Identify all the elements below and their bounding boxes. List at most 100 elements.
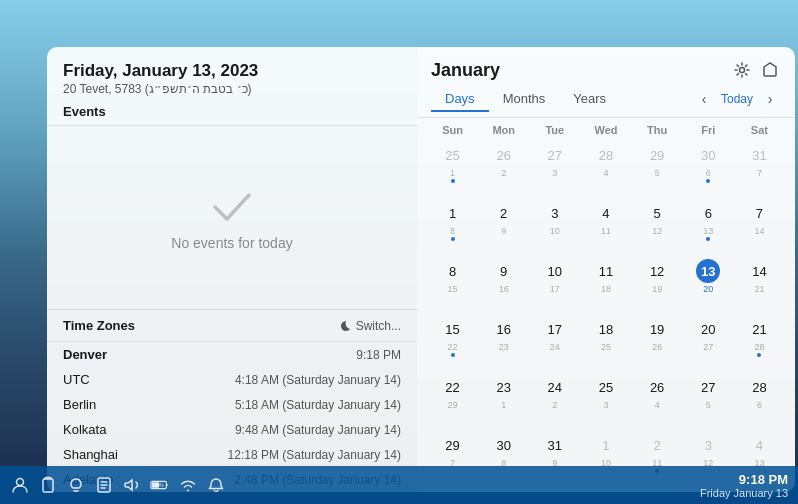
day-cell[interactable]: 27 3 <box>529 140 580 198</box>
week-row: 25 1 26 2 27 3 28 4 29 5 30 6 31 7 <box>427 140 785 198</box>
day-cell[interactable]: 21 28 <box>734 314 785 372</box>
day-small: 5 <box>706 400 711 410</box>
tz-city: UTC <box>63 372 90 387</box>
week-row: 1 8 2 9 3 10 4 11 5 12 6 13 7 14 <box>427 198 785 256</box>
day-cell[interactable]: 29 5 <box>632 140 683 198</box>
event-dot <box>706 179 710 183</box>
day-cell[interactable]: 2 9 <box>478 198 529 256</box>
day-cell[interactable]: 25 1 <box>427 140 478 198</box>
day-small: 14 <box>754 226 764 236</box>
battery-icon[interactable]: 49% <box>150 475 170 495</box>
prev-month-btn[interactable]: ‹ <box>693 88 715 110</box>
day-small: 13 <box>703 226 713 236</box>
day-small: 2 <box>501 168 506 178</box>
day-cell[interactable]: 1 8 <box>427 198 478 256</box>
day-number: 10 <box>543 259 567 283</box>
day-number: 31 <box>747 143 771 167</box>
cal-settings-icon[interactable] <box>731 59 753 81</box>
day-small: 4 <box>603 168 608 178</box>
day-cell[interactable]: 23 1 <box>478 372 529 430</box>
week-row: 22 29 23 1 24 2 25 3 26 4 27 5 28 6 <box>427 372 785 430</box>
day-cell[interactable]: 11 18 <box>580 256 631 314</box>
day-cell[interactable]: 22 29 <box>427 372 478 430</box>
day-small: 3 <box>603 400 608 410</box>
day-cell[interactable]: 16 23 <box>478 314 529 372</box>
wifi-icon[interactable] <box>178 475 198 495</box>
day-cell[interactable]: 28 6 <box>734 372 785 430</box>
tab-months[interactable]: Months <box>489 87 560 112</box>
day-number: 20 <box>696 317 720 341</box>
person-icon[interactable] <box>10 475 30 495</box>
day-small: 3 <box>552 168 557 178</box>
day-number: 18 <box>594 317 618 341</box>
day-cell[interactable]: 20 27 <box>683 314 734 372</box>
dow-header: Fri <box>683 122 734 138</box>
timezone-row: Berlin 5:18 AM (Saturday January 14) <box>47 392 417 417</box>
day-cell[interactable]: 13 20 <box>683 256 734 314</box>
clipboard-icon[interactable] <box>38 475 58 495</box>
day-number: 4 <box>594 201 618 225</box>
day-cell[interactable]: 26 4 <box>632 372 683 430</box>
day-small: 27 <box>703 342 713 352</box>
day-cell[interactable]: 25 3 <box>580 372 631 430</box>
day-cell[interactable]: 15 22 <box>427 314 478 372</box>
speaker-icon[interactable] <box>122 475 142 495</box>
day-number: 5 <box>645 201 669 225</box>
day-cell[interactable]: 5 12 <box>632 198 683 256</box>
left-panel: Friday, January 13, 2023 20 Tevet, 5783 … <box>47 47 417 492</box>
day-number: 1 <box>441 201 465 225</box>
timezone-row: UTC 4:18 AM (Saturday January 14) <box>47 367 417 392</box>
day-cell[interactable]: 18 25 <box>580 314 631 372</box>
day-small: 1 <box>450 168 455 178</box>
dow-header: Tue <box>529 122 580 138</box>
timezone-switch-btn[interactable]: Switch... <box>338 319 401 333</box>
day-cell[interactable]: 24 2 <box>529 372 580 430</box>
dow-header: Sat <box>734 122 785 138</box>
day-cell[interactable]: 12 19 <box>632 256 683 314</box>
tab-years[interactable]: Years <box>559 87 620 112</box>
date-main: Friday, January 13, 2023 <box>63 61 401 81</box>
day-cell[interactable]: 10 17 <box>529 256 580 314</box>
day-number: 9 <box>492 259 516 283</box>
day-cell[interactable]: 14 21 <box>734 256 785 314</box>
lightbulb-icon[interactable] <box>66 475 86 495</box>
tz-city: Denver <box>63 347 107 362</box>
dow-header: Wed <box>580 122 631 138</box>
today-btn[interactable]: Today <box>717 92 757 106</box>
day-cell[interactable]: 28 4 <box>580 140 631 198</box>
checkmark-icon <box>207 185 257 225</box>
day-cell[interactable]: 4 11 <box>580 198 631 256</box>
day-number: 14 <box>747 259 771 283</box>
day-number: 16 <box>492 317 516 341</box>
sys-time-date: Friday January 13 <box>700 487 788 499</box>
svg-point-0 <box>740 68 745 73</box>
day-cell[interactable]: 26 2 <box>478 140 529 198</box>
svg-rect-2 <box>43 479 53 492</box>
taskbar: 49% 9:18 PM Friday January 13 <box>0 466 798 504</box>
day-cell[interactable]: 9 16 <box>478 256 529 314</box>
day-number: 3 <box>696 433 720 457</box>
day-cell[interactable]: 7 14 <box>734 198 785 256</box>
day-number: 11 <box>594 259 618 283</box>
next-month-btn[interactable]: › <box>759 88 781 110</box>
timezone-section: Time Zones Switch... Denver 9:18 PM UTC … <box>47 309 417 492</box>
cal-expand-icon[interactable] <box>759 59 781 81</box>
day-cell[interactable]: 3 10 <box>529 198 580 256</box>
day-small: 21 <box>754 284 764 294</box>
day-cell[interactable]: 17 24 <box>529 314 580 372</box>
day-cell[interactable]: 30 6 <box>683 140 734 198</box>
tz-time: 9:48 AM (Saturday January 14) <box>235 423 401 437</box>
day-cell[interactable]: 6 13 <box>683 198 734 256</box>
day-number: 28 <box>594 143 618 167</box>
day-cell[interactable]: 19 26 <box>632 314 683 372</box>
day-number: 2 <box>645 433 669 457</box>
tab-days[interactable]: Days <box>431 87 489 112</box>
day-small: 17 <box>550 284 560 294</box>
day-number: 7 <box>747 201 771 225</box>
day-cell[interactable]: 8 15 <box>427 256 478 314</box>
day-cell[interactable]: 31 7 <box>734 140 785 198</box>
notification-icon[interactable] <box>206 475 226 495</box>
event-dot <box>757 353 761 357</box>
file-icon[interactable] <box>94 475 114 495</box>
day-cell[interactable]: 27 5 <box>683 372 734 430</box>
